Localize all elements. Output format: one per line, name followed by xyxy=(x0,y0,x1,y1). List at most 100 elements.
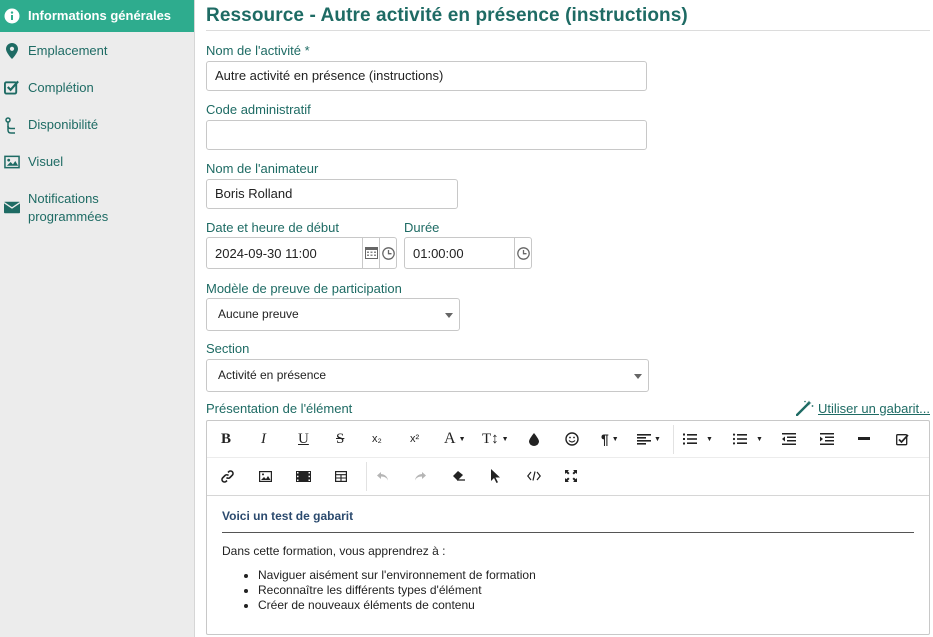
insert-table-button[interactable] xyxy=(335,464,347,488)
magic-wand-icon xyxy=(796,400,814,416)
proof-model-select[interactable]: Aucune preuve xyxy=(206,298,460,331)
animator-field[interactable]: Boris Rolland xyxy=(206,179,458,209)
link-button[interactable] xyxy=(221,464,234,488)
admin-code-label: Code administratif xyxy=(206,102,311,117)
code-icon xyxy=(527,471,541,481)
sidebar-item-disponibilite[interactable]: Disponibilité xyxy=(0,116,194,134)
section-select[interactable]: Activité en présence xyxy=(206,359,649,392)
redo-button[interactable] xyxy=(414,464,427,488)
bold-button[interactable]: B xyxy=(221,427,231,451)
sidebar-item-label: Complétion xyxy=(28,80,94,95)
link-icon xyxy=(221,469,234,483)
horizontal-rule-button[interactable] xyxy=(858,427,870,451)
clock-icon[interactable] xyxy=(514,238,531,268)
sidebar-item-label: Informations générales xyxy=(28,8,172,23)
caret-down-icon: ▼ xyxy=(501,435,509,443)
title-divider xyxy=(206,30,930,31)
undo-icon xyxy=(377,472,388,481)
caret-down-icon: ▼ xyxy=(654,435,661,443)
italic-button[interactable]: I xyxy=(261,427,266,451)
sidebar-item-label: Disponibilité xyxy=(28,117,99,132)
clear-formatting-button[interactable] xyxy=(452,464,466,488)
sidebar-item-emplacement[interactable]: Emplacement xyxy=(0,42,194,60)
clock-icon[interactable] xyxy=(379,238,396,268)
align-button[interactable]: ▼ xyxy=(637,427,661,451)
checklist-button[interactable] xyxy=(896,427,909,451)
use-template-label: Utiliser un gabarit... xyxy=(818,400,930,416)
checkbox-icon xyxy=(4,79,20,95)
color-drop-icon[interactable] xyxy=(529,427,539,451)
sidebar-item-label: Emplacement xyxy=(28,43,108,58)
toolbar-separator xyxy=(673,425,674,454)
map-pin-icon xyxy=(4,43,20,59)
proof-model-value: Aucune preuve xyxy=(218,307,299,321)
animator-label: Nom de l'animateur xyxy=(206,161,319,176)
paragraph-format-button[interactable]: ¶ ▼ xyxy=(601,427,619,451)
sidebar-item-label: Visuel xyxy=(28,154,64,169)
duration-value: 01:00:00 xyxy=(413,245,464,261)
sidebar-item-completion[interactable]: Complétion xyxy=(0,79,194,97)
insert-video-button[interactable] xyxy=(296,464,311,488)
fullscreen-icon xyxy=(565,470,577,482)
sidebar-item-notifications[interactable]: Notifications programmées xyxy=(0,190,194,226)
code-view-button[interactable] xyxy=(527,464,541,488)
section-label: Section xyxy=(206,341,250,356)
eraser-icon xyxy=(453,471,465,481)
content-bullet-list: Naviguer aisément sur l'environnement de… xyxy=(222,568,914,613)
activity-name-label: Nom de l'activité * xyxy=(206,43,310,58)
rich-text-editor: B I U S x₂ x² A ▼ T↕ ▼ ¶ ▼ ▼ ▼ ▼ Voici u… xyxy=(206,420,930,635)
sidebar-item-informations-generales[interactable]: Informations générales xyxy=(0,0,194,32)
fullscreen-button[interactable] xyxy=(565,464,577,488)
ordered-list-button[interactable]: ▼ xyxy=(683,427,713,451)
outdent-button[interactable] xyxy=(782,427,796,451)
sidebar: Informations générales Emplacement Compl… xyxy=(0,0,195,637)
font-size-label: T↕ xyxy=(482,430,499,447)
font-size-button[interactable]: T↕ ▼ xyxy=(482,427,509,451)
undo-button[interactable] xyxy=(376,464,389,488)
info-icon xyxy=(4,8,20,24)
font-family-button[interactable]: A ▼ xyxy=(444,427,466,451)
indent-button[interactable] xyxy=(820,427,834,451)
font-family-label: A xyxy=(444,430,456,447)
activity-name-field[interactable]: Autre activité en présence (instructions… xyxy=(206,61,647,91)
subscript-button[interactable]: x₂ xyxy=(372,427,382,451)
unordered-list-icon xyxy=(733,433,747,445)
video-icon xyxy=(296,470,311,482)
emoji-icon[interactable] xyxy=(565,427,579,451)
start-datetime-label: Date et heure de début xyxy=(206,220,339,235)
duration-field[interactable]: 01:00:00 xyxy=(404,237,532,269)
list-item: Créer de nouveaux éléments de contenu xyxy=(258,598,914,613)
underline-button[interactable]: U xyxy=(298,427,309,451)
list-item: Naviguer aisément sur l'environnement de… xyxy=(258,568,914,583)
select-all-button[interactable] xyxy=(490,464,500,488)
calendar-icon[interactable] xyxy=(362,238,379,268)
proof-model-label: Modèle de preuve de participation xyxy=(206,281,402,296)
content-heading: Voici un test de gabarit xyxy=(222,509,914,533)
insert-image-button[interactable] xyxy=(259,464,272,488)
duration-label: Durée xyxy=(404,220,440,235)
superscript-button[interactable]: x² xyxy=(410,427,419,451)
content-paragraph: Dans cette formation, vous apprendrez à … xyxy=(222,544,446,558)
page-title: Ressource - Autre activité en présence (… xyxy=(206,5,688,26)
caret-down-icon: ▼ xyxy=(458,435,466,443)
editor-content[interactable]: Voici un test de gabarit Dans cette form… xyxy=(207,496,929,613)
image-icon xyxy=(259,470,272,482)
toolbar-separator xyxy=(366,462,367,491)
horizontal-rule-icon xyxy=(858,437,870,440)
caret-down-icon: ▼ xyxy=(706,435,713,443)
editor-toolbar: B I U S x₂ x² A ▼ T↕ ▼ ¶ ▼ ▼ ▼ ▼ xyxy=(207,421,929,496)
strikethrough-button[interactable]: S xyxy=(336,427,344,451)
start-datetime-value: 2024-09-30 11:00 xyxy=(215,245,317,261)
unordered-list-button[interactable]: ▼ xyxy=(733,427,763,451)
sidebar-item-label-line2: programmées xyxy=(28,209,109,224)
start-datetime-field[interactable]: 2024-09-30 11:00 xyxy=(206,237,397,269)
sidebar-item-visuel[interactable]: Visuel xyxy=(0,153,194,171)
caret-down-icon: ▼ xyxy=(611,435,619,443)
chevron-down-icon xyxy=(445,313,453,318)
toolbar-row: B I U S x₂ x² A ▼ T↕ ▼ ¶ ▼ ▼ ▼ ▼ xyxy=(207,421,929,458)
use-template-link[interactable]: Utiliser un gabarit... xyxy=(796,400,930,416)
presentation-label: Présentation de l'élément xyxy=(206,401,353,416)
align-left-icon xyxy=(637,433,651,445)
admin-code-field[interactable] xyxy=(206,120,647,150)
image-icon xyxy=(4,154,20,170)
